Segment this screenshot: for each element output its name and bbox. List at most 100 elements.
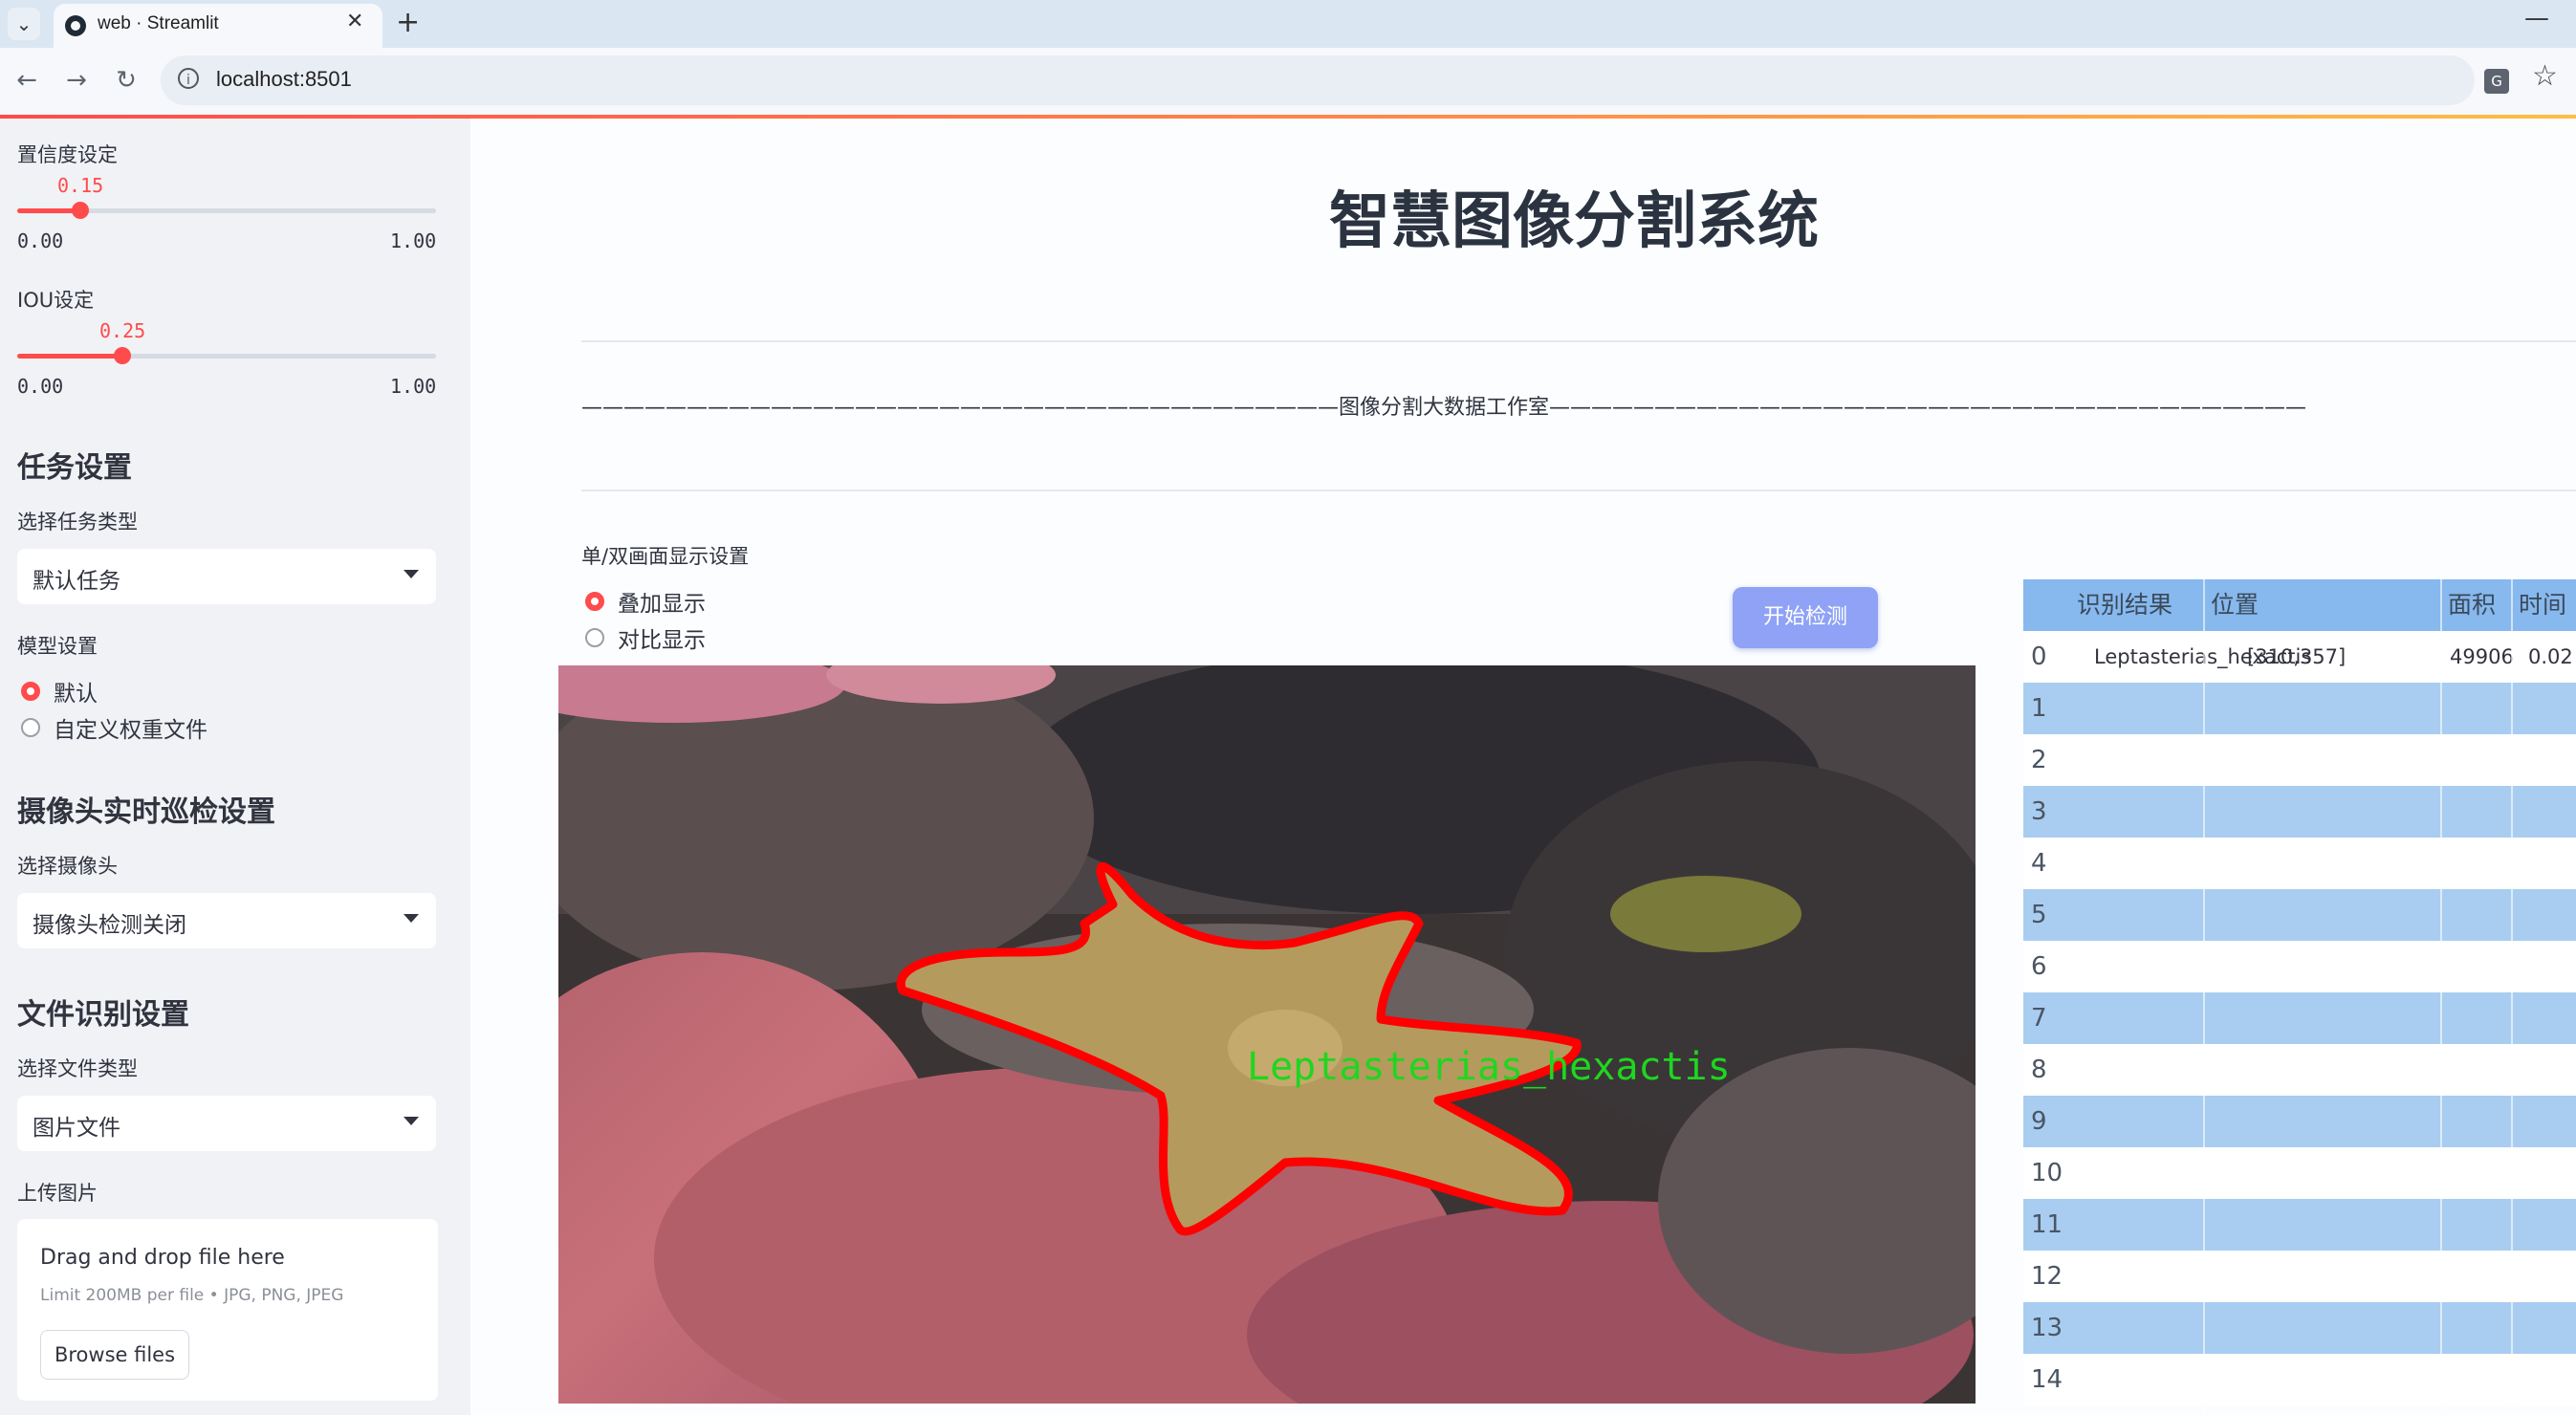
new-tab-icon[interactable]: + xyxy=(396,6,420,39)
iou-min: 0.00 xyxy=(17,375,64,398)
upload-label: 上传图片 xyxy=(17,1182,98,1205)
bookmark-star-icon[interactable]: ☆ xyxy=(2532,59,2558,93)
camera-select-value: 摄像头检测关闭 xyxy=(33,913,186,938)
column-header-result[interactable]: 识别结果 xyxy=(2077,579,2172,631)
column-header-time[interactable]: 时间 xyxy=(2519,579,2566,631)
segmented-starfish-image: Leptasterias_hexactis xyxy=(558,665,1976,1404)
column-header-area[interactable]: 面积 xyxy=(2448,579,2496,631)
start-detection-button[interactable]: 开始检测 xyxy=(1733,587,1878,648)
table-row[interactable]: 11 xyxy=(2023,1199,2576,1251)
row-index: 8 xyxy=(2031,1056,2047,1084)
table-row[interactable]: 0 Leptasterias_hexactis [310,357] 49906 … xyxy=(2023,631,2576,683)
page-title: 智慧图像分割系统 xyxy=(1329,186,1819,257)
upload-limit-text: Limit 200MB per file • JPG, PNG, JPEG xyxy=(40,1286,344,1305)
table-row[interactable]: 4 xyxy=(2023,838,2576,889)
iou-max: 1.00 xyxy=(390,375,437,398)
model-settings-label: 模型设置 xyxy=(17,635,98,658)
table-row[interactable]: 3 xyxy=(2023,786,2576,838)
time-cell: 0.02 xyxy=(2528,645,2573,668)
row-index: 0 xyxy=(2031,642,2047,671)
column-divider xyxy=(2203,579,2205,1415)
detection-overlay-label: Leptasterias_hexactis xyxy=(1247,1045,1731,1089)
row-index: 12 xyxy=(2031,1262,2063,1291)
row-index: 5 xyxy=(2031,901,2047,929)
column-header-position[interactable]: 位置 xyxy=(2211,579,2259,631)
file-type-label: 选择文件类型 xyxy=(17,1057,138,1080)
forward-arrow-icon[interactable]: → xyxy=(57,61,96,99)
table-row[interactable]: 13 xyxy=(2023,1302,2576,1354)
results-table[interactable]: 识别结果 位置 面积 时间 0 Leptasterias_hexactis [3… xyxy=(2023,579,2576,1415)
file-uploader-dropzone[interactable]: Drag and drop file here Limit 200MB per … xyxy=(17,1219,438,1401)
file-settings-header: 文件识别设置 xyxy=(17,998,189,1032)
confidence-value: 0.15 xyxy=(57,174,104,197)
row-index: 1 xyxy=(2031,694,2047,723)
confidence-max: 1.00 xyxy=(390,229,437,252)
table-row[interactable]: 14 xyxy=(2023,1354,2576,1405)
close-tab-icon[interactable]: ✕ xyxy=(346,10,363,33)
iou-label: IOU设定 xyxy=(17,289,95,312)
address-bar[interactable]: i localhost:8501 xyxy=(161,55,2475,105)
row-index: 13 xyxy=(2031,1314,2063,1342)
row-index: 6 xyxy=(2031,952,2047,981)
camera-select[interactable]: 摄像头检测关闭 xyxy=(17,893,436,948)
minimize-window-icon[interactable]: — xyxy=(2524,4,2549,33)
table-row[interactable]: 10 xyxy=(2023,1147,2576,1199)
divider-bottom xyxy=(581,490,2576,491)
column-divider xyxy=(2511,579,2513,1415)
confidence-min: 0.00 xyxy=(17,229,64,252)
camera-settings-header: 摄像头实时巡检设置 xyxy=(17,795,275,829)
translate-icon[interactable]: G xyxy=(2484,69,2509,94)
row-index: 9 xyxy=(2031,1107,2047,1136)
display-mode-label: 单/双画面显示设置 xyxy=(581,545,750,568)
table-row[interactable]: 5 xyxy=(2023,889,2576,941)
browser-tab[interactable]: web · Streamlit ✕ xyxy=(54,4,382,48)
task-settings-header: 任务设置 xyxy=(17,451,132,485)
task-type-value: 默认任务 xyxy=(33,569,120,594)
row-index: 2 xyxy=(2031,746,2047,774)
overlay-display-label[interactable]: 叠加显示 xyxy=(618,585,706,618)
back-arrow-icon[interactable]: ← xyxy=(8,61,46,99)
row-index: 14 xyxy=(2031,1365,2063,1394)
file-type-value: 图片文件 xyxy=(33,1116,120,1141)
table-row[interactable]: 12 xyxy=(2023,1251,2576,1302)
model-custom-radio[interactable] xyxy=(21,718,40,737)
row-index: 3 xyxy=(2031,797,2047,826)
studio-banner: ————————————————————————————————————图像分割… xyxy=(581,396,2307,420)
tab-search-chevron-icon[interactable]: ⌄ xyxy=(8,8,40,40)
row-index: 4 xyxy=(2031,849,2047,878)
compare-display-radio[interactable] xyxy=(585,628,604,647)
camera-select-label: 选择摄像头 xyxy=(17,855,118,878)
table-row[interactable]: 2 xyxy=(2023,734,2576,786)
divider-top xyxy=(581,340,2576,342)
confidence-label: 置信度设定 xyxy=(17,143,118,166)
site-info-icon[interactable]: i xyxy=(178,68,199,89)
model-default-label[interactable]: 默认 xyxy=(54,675,98,708)
table-row[interactable]: 1 xyxy=(2023,683,2576,734)
table-row[interactable]: 9 xyxy=(2023,1096,2576,1147)
table-row[interactable]: 6 xyxy=(2023,941,2576,992)
table-row[interactable]: 8 xyxy=(2023,1044,2576,1096)
iou-slider-thumb[interactable] xyxy=(114,347,131,364)
chevron-down-icon xyxy=(404,1117,419,1125)
compare-display-label[interactable]: 对比显示 xyxy=(618,621,706,654)
chevron-down-icon xyxy=(404,570,419,578)
upload-drag-text: Drag and drop file here xyxy=(40,1246,285,1270)
reload-icon[interactable]: ↻ xyxy=(107,61,145,99)
url-text[interactable]: localhost:8501 xyxy=(216,67,352,92)
overlay-display-radio[interactable] xyxy=(585,592,604,611)
task-type-label: 选择任务类型 xyxy=(17,511,138,533)
file-type-select[interactable]: 图片文件 xyxy=(17,1096,436,1151)
model-default-radio[interactable] xyxy=(21,682,40,701)
browser-toolbar: ← → ↻ i localhost:8501 G ☆ xyxy=(0,48,2576,115)
row-index: 10 xyxy=(2031,1159,2063,1187)
area-cell: 49906 xyxy=(2450,645,2514,668)
model-custom-label[interactable]: 自定义权重文件 xyxy=(54,711,207,744)
confidence-slider-thumb[interactable] xyxy=(72,202,89,219)
browse-files-button[interactable]: Browse files xyxy=(40,1330,189,1380)
table-row[interactable]: 7 xyxy=(2023,992,2576,1044)
iou-slider-fill xyxy=(17,354,122,359)
chevron-down-icon xyxy=(404,914,419,923)
task-type-select[interactable]: 默认任务 xyxy=(17,549,436,604)
row-index: 11 xyxy=(2031,1210,2063,1239)
iou-value: 0.25 xyxy=(99,319,146,342)
